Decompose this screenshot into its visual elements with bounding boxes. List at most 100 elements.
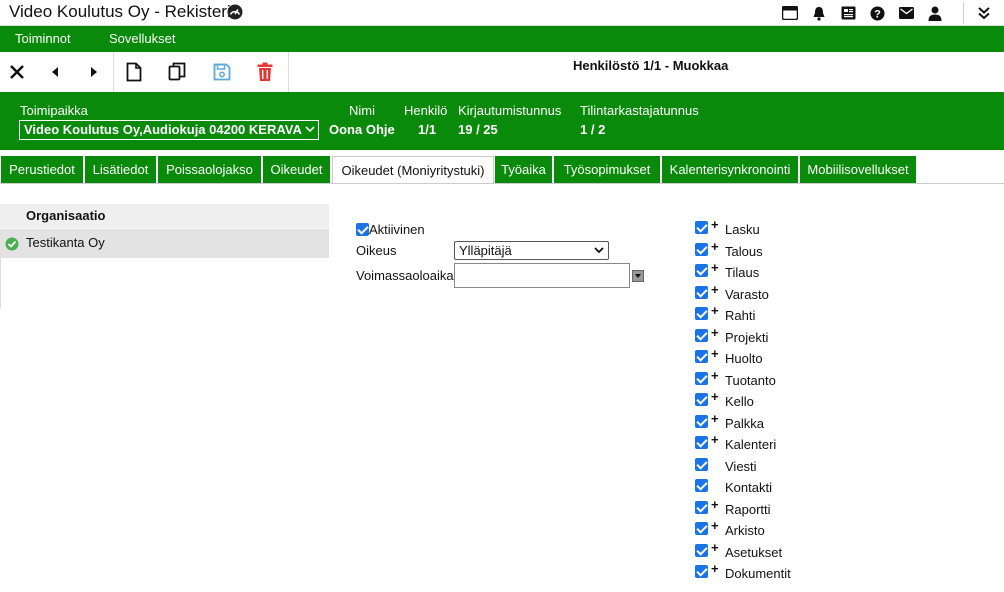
- right-select[interactable]: Ylläpitäjä: [454, 241, 609, 260]
- tab-kalenterisynkronointi[interactable]: Kalenterisynkronointi: [662, 156, 799, 183]
- tab-poissaolojakso[interactable]: Poissaolojakso: [158, 156, 262, 183]
- close-button[interactable]: [6, 60, 28, 84]
- module-label: Tilaus: [725, 265, 760, 280]
- organisation-row[interactable]: Testikanta Oy: [0, 228, 329, 258]
- auditor-label: Tilintarkastajatunnus: [580, 103, 699, 118]
- module-label: Lasku: [725, 222, 760, 237]
- module-checkbox[interactable]: [695, 457, 708, 471]
- menu-item-toiminnot[interactable]: Toiminnot: [15, 31, 71, 46]
- window-icon[interactable]: [782, 5, 798, 21]
- module-label: Projekti: [725, 329, 769, 345]
- plus-icon[interactable]: +: [711, 217, 719, 232]
- menu-item-sovellukset[interactable]: Sovellukset: [109, 31, 175, 46]
- name-label: Nimi: [349, 103, 375, 118]
- module-label: Talous: [725, 243, 763, 259]
- module-checkbox[interactable]: [695, 543, 708, 557]
- plus-icon[interactable]: +: [711, 518, 719, 533]
- title-bar: Video Koulutus Oy - Rekisterit ?: [0, 0, 1004, 26]
- module-label: Viesti: [725, 458, 757, 474]
- module-checkbox[interactable]: [695, 285, 708, 299]
- module-checkbox[interactable]: [695, 307, 708, 320]
- bell-icon[interactable]: [811, 5, 827, 21]
- module-label: Kello: [725, 394, 754, 409]
- module-label: Kontakti: [725, 480, 772, 495]
- plus-icon[interactable]: +: [711, 561, 719, 576]
- plus-icon[interactable]: +: [711, 497, 719, 512]
- person-label: Henkilö: [404, 103, 448, 118]
- new-document-icon: [126, 62, 142, 82]
- module-label: Tuotanto: [725, 372, 776, 388]
- module-checkbox[interactable]: [695, 565, 708, 578]
- plus-icon[interactable]: +: [711, 389, 719, 404]
- tab-perustiedot[interactable]: Perustiedot: [1, 156, 84, 183]
- triangle-left-icon: [52, 67, 58, 77]
- module-label: Dokumentit: [725, 566, 791, 581]
- module-checkbox[interactable]: [695, 221, 708, 234]
- plus-icon[interactable]: +: [711, 432, 719, 447]
- module-checkbox[interactable]: [695, 242, 708, 256]
- gauge-icon[interactable]: [227, 4, 243, 20]
- tab-tyoaika[interactable]: Työaika: [495, 156, 553, 183]
- plus-icon[interactable]: +: [711, 540, 719, 555]
- help-icon[interactable]: ?: [869, 5, 885, 21]
- module-checkbox[interactable]: [695, 414, 708, 428]
- module-checkbox[interactable]: [695, 436, 708, 449]
- menu-bar: Toiminnot Sovellukset: [0, 26, 1004, 52]
- toolbar-divider: [288, 52, 289, 92]
- delete-button[interactable]: [254, 60, 276, 84]
- plus-icon[interactable]: +: [711, 368, 719, 383]
- plus-icon[interactable]: +: [711, 411, 719, 426]
- user-icon[interactable]: [927, 5, 943, 21]
- location-label: Toimipaikka: [20, 103, 88, 118]
- person-value: 1/1: [418, 122, 437, 137]
- location-select[interactable]: Video Koulutus Oy,Audiokuja 04200 KERAVA: [19, 120, 319, 140]
- module-checkbox[interactable]: [695, 522, 708, 535]
- module-checkbox[interactable]: [695, 371, 708, 385]
- module-checkbox[interactable]: [695, 500, 708, 514]
- tab-mobiilisovellukset[interactable]: Mobiilisovellukset: [800, 156, 917, 183]
- module-label: Raportti: [725, 501, 771, 517]
- validity-input[interactable]: [454, 263, 630, 288]
- save-button[interactable]: [211, 60, 233, 84]
- top-icons-divider: [963, 2, 964, 24]
- plus-icon[interactable]: +: [711, 325, 719, 340]
- tab-tyosopimukset[interactable]: Työsopimukset: [554, 156, 661, 183]
- tab-lisatiedot[interactable]: Lisätiedot: [85, 156, 157, 183]
- new-document-button[interactable]: [123, 60, 145, 84]
- auditor-value: 1 / 2: [580, 122, 606, 137]
- plus-icon[interactable]: +: [711, 239, 719, 254]
- svg-text:?: ?: [874, 8, 881, 20]
- module-checkbox[interactable]: [695, 328, 708, 342]
- module-checkbox[interactable]: [695, 350, 708, 363]
- next-button[interactable]: [83, 60, 105, 84]
- double-chevron-down-icon[interactable]: [976, 5, 992, 21]
- tab-oikeudet-moniyritystuki[interactable]: Oikeudet (Moniyritystuki): [332, 156, 494, 183]
- module-label: Rahti: [725, 308, 756, 323]
- tabs-divider: [0, 183, 1004, 184]
- module-label: Huolto: [725, 351, 763, 366]
- module-checkbox[interactable]: [695, 479, 708, 492]
- copy-icon: [168, 62, 186, 81]
- module-label: Varasto: [725, 286, 769, 302]
- tab-bar: Perustiedot Lisätiedot Poissaolojakso Oi…: [0, 156, 1004, 183]
- organisation-list-empty: [0, 258, 329, 308]
- plus-icon[interactable]: +: [711, 260, 719, 275]
- plus-icon[interactable]: +: [711, 346, 719, 361]
- plus-icon[interactable]: +: [711, 282, 719, 297]
- toolbar: Henkilöstö 1/1 - Muokkaa: [0, 52, 1004, 92]
- news-icon[interactable]: [840, 5, 856, 21]
- date-picker-button[interactable]: [632, 270, 644, 282]
- info-bar: Toimipaikka Video Koulutus Oy,Audiokuja …: [0, 92, 1004, 150]
- tab-oikeudet[interactable]: Oikeudet: [263, 156, 331, 183]
- active-checkbox[interactable]: [356, 223, 369, 236]
- module-label: Kalenteri: [725, 437, 777, 452]
- mail-icon[interactable]: [898, 5, 914, 21]
- validity-label: Voimassaoloaika: [356, 268, 454, 283]
- module-checkbox[interactable]: [695, 264, 708, 277]
- module-checkbox[interactable]: [695, 393, 708, 406]
- check-circle-icon: [5, 237, 19, 251]
- copy-button[interactable]: [166, 60, 188, 84]
- plus-icon[interactable]: +: [711, 303, 719, 318]
- location-value: Video Koulutus Oy,Audiokuja 04200 KERAVA: [24, 122, 302, 137]
- previous-button[interactable]: [44, 60, 66, 84]
